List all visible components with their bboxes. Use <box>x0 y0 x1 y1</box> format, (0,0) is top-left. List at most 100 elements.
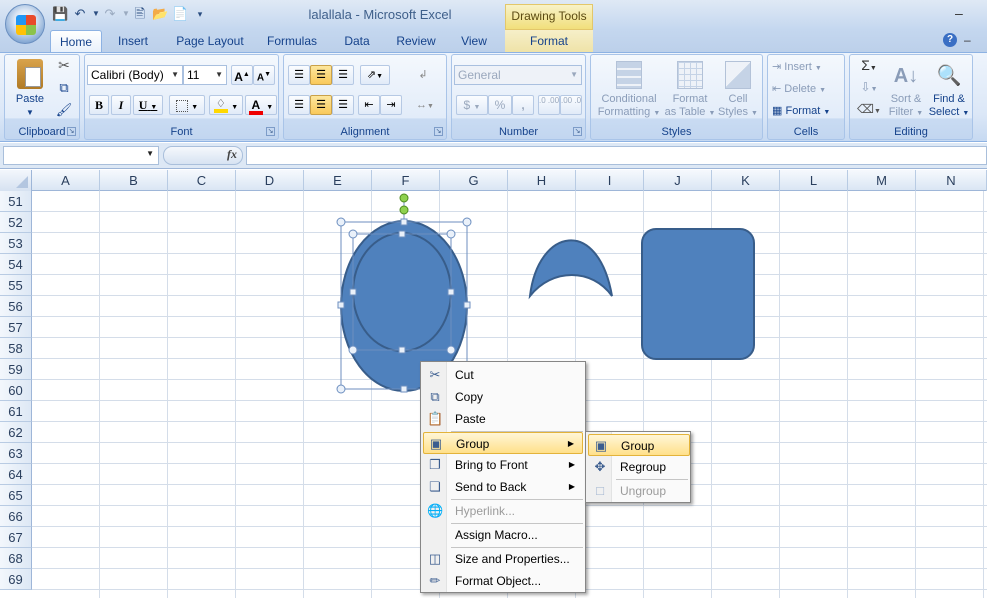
decrease-decimal-button[interactable]: .00 .0 <box>560 95 582 115</box>
menu-item-cut[interactable]: ✂ Cut <box>423 364 583 386</box>
row-header-61[interactable]: 61 <box>0 401 32 422</box>
submenu-item-regroup[interactable]: ✥ Regroup <box>588 456 690 478</box>
sort-filter-button[interactable]: A↓ Sort & Filter ▼ <box>886 59 926 121</box>
align-bottom-icon[interactable]: ☰ <box>332 65 354 85</box>
tab-review[interactable]: Review <box>390 30 442 52</box>
italic-button[interactable]: I <box>111 95 131 115</box>
minimize-icon[interactable]: – <box>955 6 969 20</box>
submenu-item-ungroup[interactable]: □ Ungroup <box>588 480 690 502</box>
row-header-51[interactable]: 51 <box>0 191 32 212</box>
help-icon[interactable]: ? <box>943 33 957 47</box>
rounded-rectangle-shape[interactable] <box>641 228 755 360</box>
font-color-button[interactable]: A ▼ <box>245 95 277 115</box>
format-painter-icon[interactable]: 🖌 <box>55 103 73 121</box>
wrap-text-icon[interactable]: ↲ <box>412 65 434 85</box>
menu-item-assign-macro[interactable]: Assign Macro... <box>423 524 583 546</box>
increase-decimal-button[interactable]: .0 .00 <box>538 95 560 115</box>
font-name-combo[interactable]: Calibri (Body) ▼ <box>87 65 183 85</box>
menu-item-paste[interactable]: 📋 Paste <box>423 408 583 430</box>
column-header-b[interactable]: B <box>100 170 168 191</box>
tab-page-layout[interactable]: Page Layout <box>170 30 250 52</box>
grow-font-button[interactable]: A▲ <box>231 65 253 85</box>
tab-data[interactable]: Data <box>336 30 378 52</box>
underline-button[interactable]: U ▼ <box>133 95 163 115</box>
row-header-63[interactable]: 63 <box>0 443 32 464</box>
format-cells-button[interactable]: ▦ Format ▼ <box>772 105 842 121</box>
font-launcher-icon[interactable]: ↘ <box>266 127 275 136</box>
menu-item-size-properties[interactable]: ◫ Size and Properties... <box>423 548 583 570</box>
column-header-m[interactable]: M <box>848 170 916 191</box>
row-header-67[interactable]: 67 <box>0 527 32 548</box>
orientation-icon[interactable]: ⇗▼ <box>360 65 390 85</box>
row-header-65[interactable]: 65 <box>0 485 32 506</box>
office-button[interactable] <box>5 4 45 44</box>
align-center-icon[interactable]: ☰ <box>310 95 332 115</box>
submenu-item-group[interactable]: ▣ Group <box>588 434 690 456</box>
cut-icon[interactable]: ✂ <box>55 58 73 77</box>
percent-button[interactable]: % <box>488 95 512 115</box>
clear-icon[interactable]: ⌫▼ <box>856 103 882 121</box>
column-header-l[interactable]: L <box>780 170 848 191</box>
column-header-a[interactable]: A <box>32 170 100 191</box>
conditional-formatting-button[interactable]: Conditional Formatting ▼ <box>593 59 665 121</box>
row-header-57[interactable]: 57 <box>0 317 32 338</box>
menu-item-send-to-back[interactable]: ❏ Send to Back ▶ <box>423 476 583 498</box>
menu-item-copy[interactable]: ⧉ Copy <box>423 386 583 408</box>
ribbon-minimize-icon[interactable]: – <box>964 33 971 47</box>
bold-button[interactable]: B <box>89 95 109 115</box>
increase-indent-icon[interactable]: ⇥ <box>380 95 402 115</box>
menu-item-group[interactable]: ▣ Group ▶ <box>423 432 583 454</box>
column-header-d[interactable]: D <box>236 170 304 191</box>
alignment-launcher-icon[interactable]: ↘ <box>434 127 443 136</box>
align-middle-icon[interactable]: ☰ <box>310 65 332 85</box>
cell-styles-button[interactable]: Cell Styles ▼ <box>715 59 761 121</box>
row-header-60[interactable]: 60 <box>0 380 32 401</box>
tab-view[interactable]: View <box>452 30 496 52</box>
delete-cells-button[interactable]: ⇤ Delete ▼ <box>772 83 842 99</box>
select-all-button[interactable] <box>0 170 32 191</box>
menu-item-hyperlink[interactable]: 🌐 Hyperlink... <box>423 500 583 522</box>
borders-button[interactable]: ▼ <box>169 95 205 115</box>
shrink-font-button[interactable]: A▼ <box>253 65 275 85</box>
tab-home[interactable]: Home <box>50 30 102 52</box>
column-header-n[interactable]: N <box>916 170 987 191</box>
paste-button[interactable]: Paste ▼ <box>11 59 49 119</box>
row-header-53[interactable]: 53 <box>0 233 32 254</box>
row-header-69[interactable]: 69 <box>0 569 32 590</box>
fill-icon[interactable]: ⇩▼ <box>856 81 882 99</box>
insert-cells-button[interactable]: ⇥ Insert ▼ <box>772 61 842 77</box>
row-header-52[interactable]: 52 <box>0 212 32 233</box>
tab-formulas[interactable]: Formulas <box>260 30 324 52</box>
font-size-combo[interactable]: 11 ▼ <box>183 65 227 85</box>
row-header-56[interactable]: 56 <box>0 296 32 317</box>
row-header-68[interactable]: 68 <box>0 548 32 569</box>
row-header-66[interactable]: 66 <box>0 506 32 527</box>
row-header-62[interactable]: 62 <box>0 422 32 443</box>
row-header-64[interactable]: 64 <box>0 464 32 485</box>
row-header-54[interactable]: 54 <box>0 254 32 275</box>
clipboard-launcher-icon[interactable]: ↘ <box>67 127 76 136</box>
number-launcher-icon[interactable]: ↘ <box>573 127 582 136</box>
tab-format[interactable]: Format <box>505 30 593 52</box>
decrease-indent-icon[interactable]: ⇤ <box>358 95 380 115</box>
row-header-55[interactable]: 55 <box>0 275 32 296</box>
row-header-59[interactable]: 59 <box>0 359 32 380</box>
autosum-icon[interactable]: Σ▼ <box>856 58 882 77</box>
menu-item-format-object[interactable]: ✏ Format Object... <box>423 570 583 592</box>
tab-insert[interactable]: Insert <box>108 30 158 52</box>
moon-shape[interactable] <box>528 239 613 300</box>
fill-color-button[interactable]: ♢ ▼ <box>209 95 243 115</box>
name-box[interactable]: ▼ <box>3 146 159 165</box>
copy-icon[interactable]: ⧉ <box>55 81 73 99</box>
align-right-icon[interactable]: ☰ <box>332 95 354 115</box>
currency-button[interactable]: $ ▼ <box>456 95 488 115</box>
menu-item-bring-to-front[interactable]: ❐ Bring to Front ▶ <box>423 454 583 476</box>
number-format-combo[interactable]: General ▼ <box>454 65 582 85</box>
find-select-button[interactable]: 🔍 Find & Select ▼ <box>928 59 970 121</box>
align-top-icon[interactable]: ☰ <box>288 65 310 85</box>
formula-input[interactable] <box>246 146 987 165</box>
comma-button[interactable]: , <box>512 95 534 115</box>
insert-function-icon[interactable]: fx <box>227 147 237 162</box>
merge-center-icon[interactable]: ↔▼ <box>410 95 440 115</box>
align-left-icon[interactable]: ☰ <box>288 95 310 115</box>
